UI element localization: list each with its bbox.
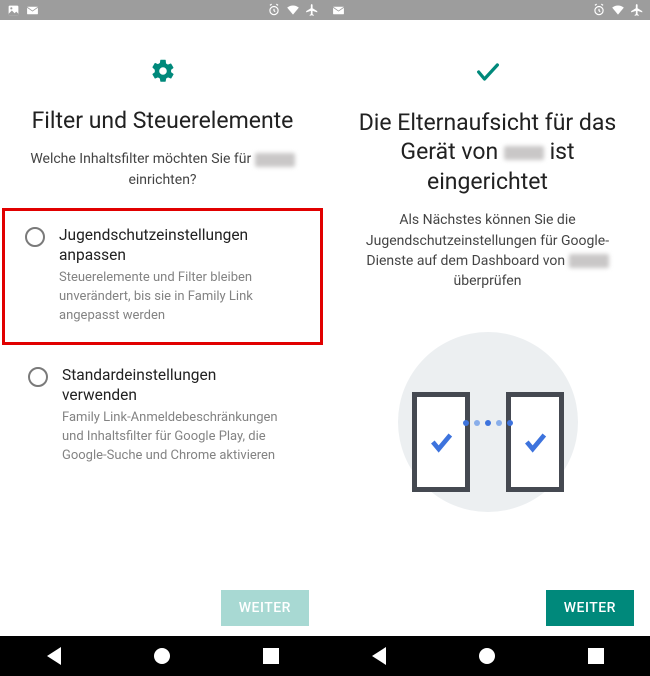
option-adjust-protection[interactable]: Jugendschutzeinstellungen anpassen Steue…	[2, 208, 323, 345]
mail-icon	[25, 3, 39, 17]
alarm-icon	[592, 3, 606, 17]
option-title: Standardeinstellungen verwenden	[62, 365, 295, 405]
nav-bar	[0, 636, 325, 676]
gear-icon	[150, 58, 176, 88]
devices-illustration	[398, 332, 578, 512]
filter-options: Jugendschutzeinstellungen anpassen Steue…	[24, 208, 301, 480]
connection-dots-icon	[398, 420, 578, 426]
nav-home-icon[interactable]	[479, 648, 495, 664]
airplane-icon	[305, 3, 319, 17]
device-left-icon	[412, 392, 470, 492]
nav-recent-icon[interactable]	[588, 648, 604, 664]
mail-icon	[331, 3, 345, 17]
screen-filters: Filter und Steuerelemente Welche Inhalts…	[0, 20, 325, 580]
device-right-icon	[506, 392, 564, 492]
image-icon	[6, 3, 20, 17]
phone-left: Filter und Steuerelemente Welche Inhalts…	[0, 0, 325, 676]
nav-bar	[325, 636, 650, 676]
status-bar	[0, 0, 325, 20]
wifi-icon	[611, 3, 625, 17]
option-default-settings[interactable]: Standardeinstellungen verwenden Family L…	[24, 351, 301, 480]
next-button[interactable]: WEITER	[546, 590, 634, 626]
radio-unchecked-icon[interactable]	[25, 227, 45, 247]
option-desc: Steuerelemente und Filter bleiben unverä…	[59, 269, 296, 326]
option-desc: Family Link-Anmeldebeschränkungen und In…	[62, 409, 295, 466]
page-subtitle: Welche Inhaltsfilter möchten Sie für ein…	[24, 149, 301, 190]
wifi-icon	[286, 3, 300, 17]
bottom-action-bar: WEITER	[0, 580, 325, 636]
nav-back-icon[interactable]	[372, 647, 386, 665]
option-title: Jugendschutzeinstellungen anpassen	[59, 225, 296, 265]
check-icon	[474, 58, 502, 90]
radio-unchecked-icon[interactable]	[28, 367, 48, 387]
nav-recent-icon[interactable]	[263, 648, 279, 664]
redacted-name	[504, 146, 544, 160]
next-button: WEITER	[221, 590, 309, 626]
redacted-name	[569, 254, 609, 268]
page-subtitle: Als Nächstes können Sie die Jugendschutz…	[349, 210, 626, 291]
alarm-icon	[267, 3, 281, 17]
airplane-icon	[630, 3, 644, 17]
redacted-name	[255, 153, 295, 167]
status-bar	[325, 0, 650, 20]
nav-home-icon[interactable]	[154, 648, 170, 664]
screen-supervision-done: Die Elternaufsicht für das Gerät von ist…	[325, 20, 650, 580]
phone-right: Die Elternaufsicht für das Gerät von ist…	[325, 0, 650, 676]
page-title: Die Elternaufsicht für das Gerät von ist…	[349, 108, 626, 196]
bottom-action-bar: WEITER	[325, 580, 650, 636]
nav-back-icon[interactable]	[47, 647, 61, 665]
page-title: Filter und Steuerelemente	[32, 106, 294, 135]
